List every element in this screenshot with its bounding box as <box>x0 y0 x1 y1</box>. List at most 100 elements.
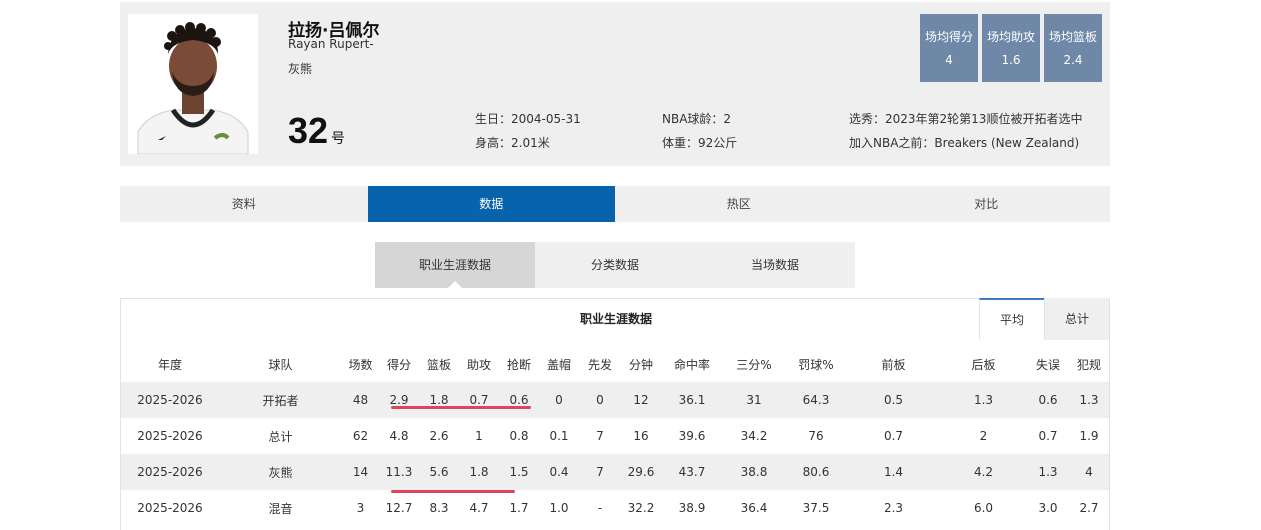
stat-cell: 1.3 <box>973 393 994 407</box>
stat-cell: 1.7 <box>509 501 529 515</box>
table-row: 2025-2026 开拓者 48 2.9 1.8 0.7 0.6 0 0 12 36.1 31 64.3… <box>121 382 1109 418</box>
stat-cell: 1.4 <box>883 465 904 479</box>
column-header: 命中率 <box>673 357 710 372</box>
stat-cell: 2.9 <box>389 393 409 407</box>
stat-cell: 38.9 <box>678 501 706 515</box>
stat-cell: 1.5 <box>509 465 529 479</box>
career-stats-table: 年度 球队 场数 得分 篮板 助攻 抢断 盖帽 先发 分钟 命中率 三分% 罚球% 前板 后板 失误 犯规 20… <box>121 346 1109 526</box>
stat-cell: 7 <box>596 465 604 479</box>
jersey-number-value: 32 <box>288 110 329 151</box>
stat-box-rebounds: 场均篮板 2.4 <box>1044 14 1102 82</box>
stat-cell: 4.2 <box>973 465 994 479</box>
column-header: 失误 <box>1035 357 1060 372</box>
stat-cell: 11.3 <box>385 465 413 479</box>
tab-compare[interactable]: 对比 <box>863 186 1111 222</box>
weight: 体重：92公斤 <box>662 136 738 150</box>
column-header: 抢断 <box>506 357 531 372</box>
stat-box-value: 1.6 <box>1001 53 1021 67</box>
subtab-career[interactable]: 职业生涯数据 <box>375 242 535 288</box>
column-header: 三分% <box>736 357 772 372</box>
stat-cell: 2025-2026 <box>137 501 203 515</box>
stat-box-value: 2.4 <box>1063 53 1083 67</box>
column-header: 年度 <box>157 357 182 372</box>
table-row: 2025-2026 混音 3 12.7 8.3 4.7 1.7 1.0 - 32.2 38.9 36.… <box>121 490 1109 526</box>
stat-cell: 1.8 <box>469 465 489 479</box>
player-team[interactable]: 灰熊 <box>288 60 312 77</box>
stat-cell: 36.4 <box>740 501 768 515</box>
stat-cell: 0.7 <box>469 393 489 407</box>
stat-cell: 62 <box>352 429 369 443</box>
summary-stats: 场均得分 4 场均助攻 1.6 场均篮板 2.4 <box>920 14 1102 82</box>
height: 身高：2.01米 <box>475 136 550 150</box>
stat-cell: 38.8 <box>740 465 768 479</box>
stat-box-label: 场均助攻 <box>986 30 1035 44</box>
stat-cell: 0.6 <box>509 393 529 407</box>
stat-cell: 36.1 <box>678 393 706 407</box>
table-row: 2025-2026 总计 62 4.8 2.6 1 0.8 0.1 7 16 39.6 34.2 76 0… <box>121 418 1109 454</box>
stat-cell: 76 <box>808 429 824 443</box>
stat-cell: 1.9 <box>1079 429 1099 443</box>
column-header: 犯规 <box>1076 357 1101 372</box>
column-header: 篮板 <box>426 357 451 372</box>
stat-cell: 12 <box>633 393 649 407</box>
stat-cell: 1.0 <box>549 501 569 515</box>
stat-cell: 32.2 <box>627 501 655 515</box>
subtab-category[interactable]: 分类数据 <box>535 242 695 288</box>
team-cell[interactable]: 灰熊 <box>219 454 342 490</box>
birthday: 生日：2004-05-31 <box>475 112 581 126</box>
column-header: 盖帽 <box>546 357 571 372</box>
column-header: 罚球% <box>798 357 834 372</box>
stat-cell: 8.3 <box>429 501 449 515</box>
stat-cell: 3 <box>356 501 365 515</box>
stat-cell: 4.8 <box>389 429 409 443</box>
stat-cell: 4 <box>1085 465 1093 479</box>
player-header: 拉扬·吕佩尔 Rayan Rupert- 灰熊 32 号 生日：2004-05-3… <box>120 2 1110 166</box>
stat-cell: 31 <box>746 393 762 407</box>
highlight-underline-row1 <box>391 406 531 409</box>
column-header: 得分 <box>386 357 411 372</box>
stat-cell: 5.6 <box>429 465 449 479</box>
stat-cell: 0 <box>596 393 604 407</box>
stat-cell: 12.7 <box>385 501 413 515</box>
nba-age: NBA球龄：2 <box>662 112 732 126</box>
stat-cell: 80.6 <box>802 465 830 479</box>
highlight-underline-row3 <box>391 490 515 493</box>
stat-box-points: 场均得分 4 <box>920 14 978 82</box>
stat-box-label: 场均得分 <box>924 30 973 44</box>
stat-cell: 0.8 <box>509 429 529 443</box>
tab-hotzone[interactable]: 热区 <box>615 186 863 222</box>
tab-stats[interactable]: 数据 <box>367 186 615 222</box>
column-header: 后板 <box>971 357 996 372</box>
column-header: 助攻 <box>466 357 491 372</box>
stat-cell: 43.7 <box>678 465 706 479</box>
stat-cell: 64.3 <box>802 393 830 407</box>
stat-cell: 2 <box>979 429 988 443</box>
stat-box-value: 4 <box>945 53 953 67</box>
average-total-toggle: 平均 总计 <box>979 298 1109 340</box>
stat-cell: 0.4 <box>549 465 569 479</box>
player-photo <box>128 14 258 154</box>
stat-cell: 2.6 <box>429 429 449 443</box>
career-stats-panel: 职业生涯数据 平均 总计 年度 球队 场数 得分 篮板 助攻 抢断 盖帽 先发 分钟 命中率 三分% 罚… <box>120 298 1110 530</box>
stat-cell: 0.7 <box>1038 429 1058 443</box>
jersey-number-suffix: 号 <box>331 131 346 147</box>
column-header: 球队 <box>268 357 293 372</box>
stat-cell: 1.3 <box>1038 465 1058 479</box>
toggle-total[interactable]: 总计 <box>1044 298 1109 340</box>
column-header: 先发 <box>587 357 612 372</box>
tab-profile[interactable]: 资料 <box>120 186 368 222</box>
column-header: 前板 <box>881 357 906 372</box>
team-cell[interactable]: 总计 <box>219 418 342 454</box>
stat-cell: 1.3 <box>1079 393 1099 407</box>
stat-cell: 48 <box>352 393 369 407</box>
toggle-average[interactable]: 平均 <box>979 298 1044 340</box>
player-name-en: Rayan Rupert- <box>288 37 374 51</box>
subtab-game[interactable]: 当场数据 <box>695 242 855 288</box>
stat-cell: 1.8 <box>429 393 449 407</box>
team-cell[interactable]: 混音 <box>219 490 342 526</box>
table-title: 职业生涯数据 <box>579 312 652 326</box>
stat-cell: 0.5 <box>883 393 904 407</box>
stat-cell: - <box>597 501 603 515</box>
stat-cell: 2025-2026 <box>137 393 203 407</box>
team-cell[interactable]: 开拓者 <box>219 382 342 418</box>
